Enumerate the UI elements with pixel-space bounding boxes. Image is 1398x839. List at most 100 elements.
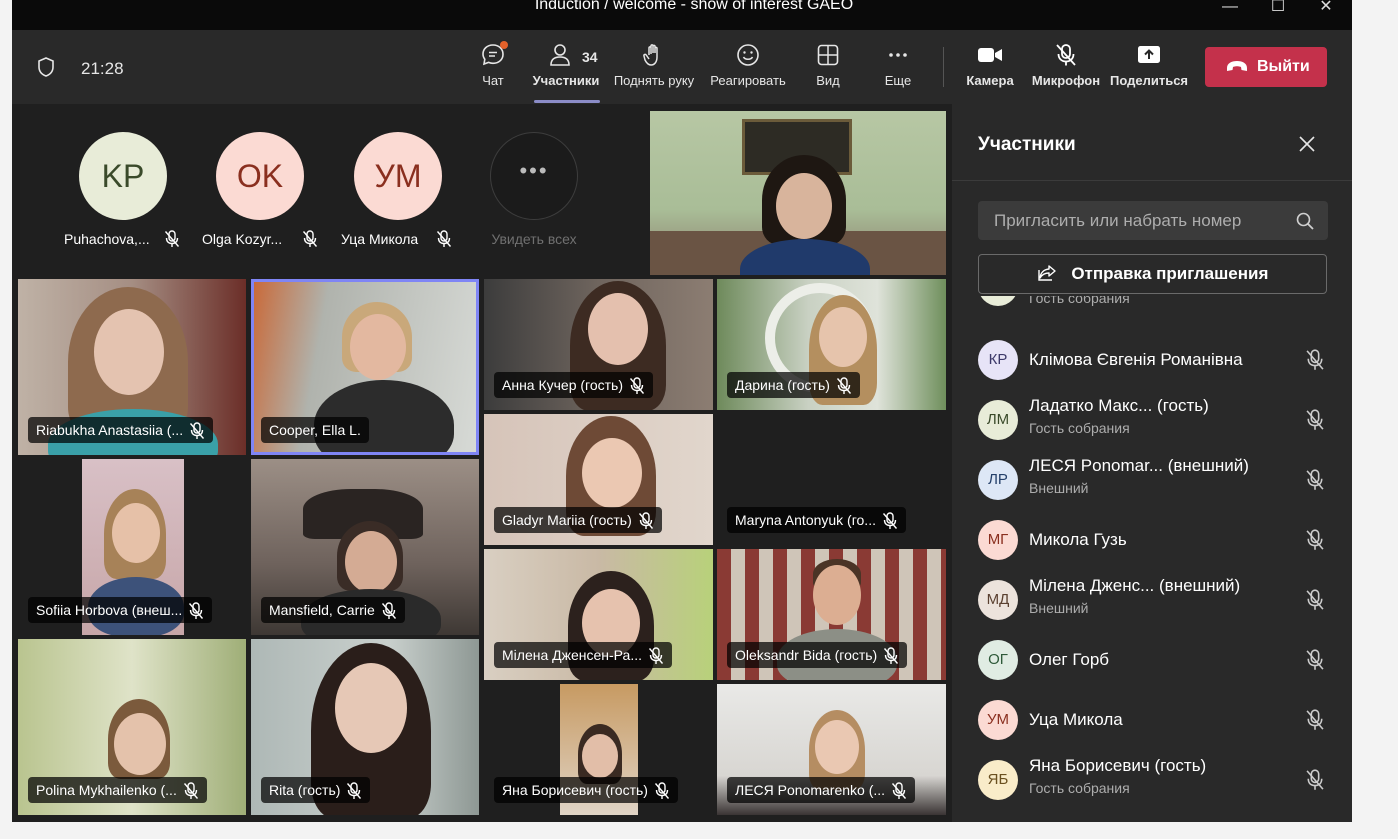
microphone-label: Микрофон (1031, 73, 1101, 88)
video-tile[interactable]: Яна Борисевич (гость) (484, 684, 713, 815)
search-icon[interactable] (1296, 212, 1314, 230)
participant-row[interactable]: КР Клімова Євгенія Романівна (952, 330, 1352, 390)
mic-off-icon (1056, 44, 1076, 66)
raise-hand-button[interactable]: Поднять руку (606, 42, 702, 88)
mic-off-icon (1305, 349, 1325, 376)
video-tile[interactable]: Дарина (гость) (717, 279, 946, 410)
participant-name: Олег Горб (1029, 650, 1110, 669)
participant-row[interactable]: ЛМ Ладатко Макс... (гость) Гость собрани… (952, 390, 1352, 450)
mic-off-icon (892, 782, 907, 800)
hand-icon (643, 44, 658, 66)
participant-name: Яна Борисевич (гость) (502, 782, 648, 798)
leave-label: Выйти (1257, 58, 1310, 75)
face (335, 663, 407, 753)
close-icon[interactable] (1299, 136, 1315, 157)
participants-button[interactable]: Участники (518, 42, 614, 88)
video-tile[interactable]: Oleksandr Bida (гость) (717, 549, 946, 680)
camera-icon (978, 48, 1002, 62)
close-window-button[interactable]: ✕ (1304, 0, 1348, 30)
participant-name: Ладатко Макс... (гость) (1029, 396, 1209, 415)
name-tag: Gladyr Mariia (гость) (494, 507, 662, 533)
avatar: ОГ (978, 640, 1018, 680)
participant-row[interactable]: Г Гость собрания (952, 296, 1352, 328)
face (582, 438, 642, 508)
participant-name: Яна Борисевич (гость) (1029, 756, 1207, 775)
send-invite-button[interactable]: Отправка приглашения (978, 254, 1327, 294)
name-tag: Polina Mykhailenko (... (28, 777, 207, 803)
face (815, 720, 859, 774)
face (819, 307, 867, 367)
video-tile[interactable]: Sofiia Horbova (внеш... (18, 459, 246, 635)
avatar-name: Уца Микола (341, 231, 419, 247)
participants-panel: Участники Пригласить или набрать номер О… (952, 104, 1352, 822)
title-bar: Induction / welcome - show of interest G… (12, 0, 1352, 30)
mic-off-icon (1305, 529, 1325, 556)
participant-name: Riabukha Anastasiia (... (36, 422, 184, 438)
active-tab-indicator (534, 100, 600, 103)
face (94, 309, 164, 395)
name-tag: Maryna Antonyuk (го... (727, 507, 906, 533)
people-icon (550, 44, 570, 66)
see-all-label: Увидеть всех (491, 231, 577, 247)
video-tile[interactable]: Анна Кучер (гость) (484, 279, 713, 410)
minimize-button[interactable]: — (1208, 0, 1252, 30)
leave-button[interactable]: Выйти (1205, 47, 1327, 87)
participant-row[interactable]: МД Мілена Дженс... (внешний) Внешний (952, 570, 1352, 630)
more-button[interactable]: Еще (850, 42, 946, 88)
participant-row[interactable]: ОГ Олег Горб (952, 630, 1352, 690)
hang-up-icon (1227, 61, 1247, 71)
microphone-button[interactable]: Микрофон (1018, 42, 1114, 88)
face (813, 565, 861, 625)
participant-name: Maryna Antonyuk (го... (735, 512, 876, 528)
participant-row[interactable]: ЛР ЛЕСЯ Ponomar... (внешний) Внешний (952, 450, 1352, 510)
search-placeholder: Пригласить или набрать номер (994, 211, 1242, 230)
participant-row[interactable]: УМ Уца Микола (952, 690, 1352, 750)
video-tile[interactable]: Gladyr Mariia (гость) (484, 414, 713, 545)
name-tag: Анна Кучер (гость) (494, 372, 654, 398)
invite-search-input[interactable]: Пригласить или набрать номер (978, 201, 1328, 240)
see-all-button[interactable]: ••• (490, 132, 578, 220)
name-tag: Яна Борисевич (гость) (494, 777, 678, 803)
participant-role: Внешний (1029, 600, 1089, 616)
video-tile[interactable]: Polina Mykhailenko (... (18, 639, 246, 815)
mic-off-icon (381, 602, 396, 620)
video-tile[interactable]: Мілена Дженсен-Ра... (484, 549, 713, 680)
participant-row[interactable]: МГ Микола Гузь (952, 510, 1352, 570)
mic-off-icon (189, 602, 204, 620)
participants-label: Участники (532, 73, 600, 88)
maximize-button[interactable]: ☐ (1256, 0, 1300, 30)
mic-off-icon (1305, 296, 1325, 302)
participant-row[interactable]: ЯБ Яна Борисевич (гость) Гость собрания (952, 750, 1352, 810)
participant-role: Внешний (1029, 480, 1089, 496)
participant-name: Gladyr Mariia (гость) (502, 512, 632, 528)
video-tile[interactable]: Mansfield, Carrie (251, 459, 479, 635)
video-tile-camera-off[interactable]: Maryna Antonyuk (го... (717, 414, 946, 545)
more-label: Еще (884, 73, 912, 88)
video-tile[interactable]: ЛЕСЯ Ponomarenko (... (717, 684, 946, 815)
mic-off-icon (183, 782, 198, 800)
share-arrow-icon (1037, 264, 1056, 281)
video-tile[interactable]: Rita (гость) (251, 639, 479, 815)
mic-off-icon (347, 782, 362, 800)
participant-role: Гость собрания (1029, 780, 1130, 796)
video-tile[interactable]: Riabukha Anastasiia (... (18, 279, 246, 455)
participant-name: Polina Mykhailenko (... (36, 782, 177, 798)
mic-off-icon (884, 647, 899, 665)
participant-name: Rita (гость) (269, 782, 341, 798)
grid-view-icon (817, 44, 839, 66)
avatar[interactable]: KP (79, 132, 167, 220)
share-button[interactable]: Поделиться (1101, 42, 1197, 88)
avatar: УМ (978, 700, 1018, 740)
avatar[interactable]: OK (216, 132, 304, 220)
panel-title: Участники (978, 134, 1076, 155)
participant-name: Мілена Дженсен-Ра... (502, 647, 643, 663)
avatar[interactable]: УМ (354, 132, 442, 220)
shield-icon (36, 56, 56, 83)
participant-name: ЛЕСЯ Ponomar... (внешний) (1029, 456, 1249, 475)
face (345, 531, 397, 593)
chat-notification-dot (500, 41, 508, 49)
video-tile-active-speaker[interactable]: Cooper, Ella L. (251, 279, 479, 455)
face (588, 293, 648, 365)
participant-name: Анна Кучер (гость) (502, 377, 624, 393)
presenter-video[interactable] (650, 111, 946, 275)
